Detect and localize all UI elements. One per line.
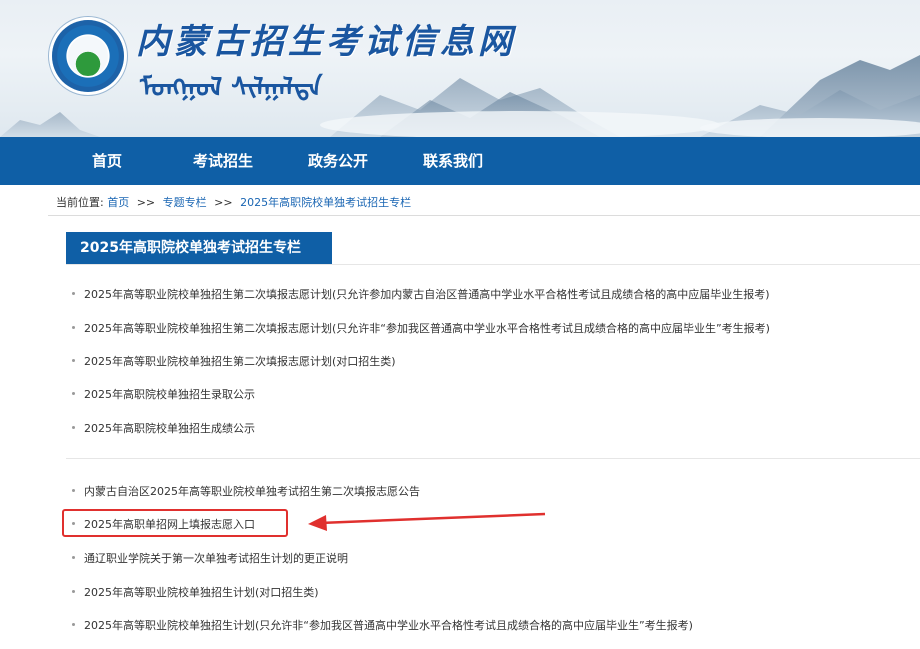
breadcrumb-separator: >> <box>136 196 156 209</box>
site-logo-icon[interactable] <box>52 20 124 92</box>
nav-item-gov-affairs[interactable]: 政务公开 <box>308 137 368 185</box>
breadcrumb-home[interactable]: 首页 <box>107 196 129 209</box>
breadcrumb-prefix: 当前位置: <box>56 196 104 209</box>
divider <box>66 264 920 265</box>
news-item-label: 通辽职业学院关于第一次单独考试招生计划的更正说明 <box>84 552 348 565</box>
breadcrumb-current[interactable]: 2025年高职院校单独考试招生专栏 <box>240 196 411 209</box>
news-item[interactable]: 2025年高等职业院校单独招生第二次填报志愿计划(只允许非“参加我区普通高中学业… <box>72 320 770 336</box>
bullet-icon <box>72 325 75 329</box>
nav-item-exams[interactable]: 考试招生 <box>193 137 253 185</box>
news-item[interactable]: 2025年高等职业院校单独招生第二次填报志愿计划(对口招生类) <box>72 353 396 369</box>
bullet-icon <box>72 391 75 395</box>
bullet-icon <box>72 425 75 429</box>
nav-item-contact[interactable]: 联系我们 <box>423 137 483 185</box>
news-item-label: 2025年高等职业院校单独招生第二次填报志愿计划(只允许非“参加我区普通高中学业… <box>84 322 770 335</box>
news-item[interactable]: 2025年高等职业院校单独招生第二次填报志愿计划(只允许参加内蒙古自治区普通高中… <box>72 286 770 302</box>
bullet-icon <box>72 291 75 295</box>
breadcrumb-topics[interactable]: 专题专栏 <box>163 196 207 209</box>
breadcrumb-separator: >> <box>214 196 233 209</box>
news-item-label: 内蒙古自治区2025年高等职业院校单独考试招生第二次填报志愿公告 <box>84 485 420 498</box>
bullet-icon <box>72 555 75 559</box>
news-item-label: 2025年高等职业院校单独招生第二次填报志愿计划(只允许参加内蒙古自治区普通高中… <box>84 288 770 301</box>
news-item-label: 2025年高职院校单独招生成绩公示 <box>84 422 255 435</box>
divider <box>66 458 920 459</box>
bullet-icon <box>72 622 75 626</box>
news-item[interactable]: 2025年高等职业院校单独招生计划(只允许非“参加我区普通高中学业水平合格性考试… <box>72 617 693 633</box>
header-banner: 内蒙古招生考试信息网 ᠮᠣᠩᠭᠣᠯ ᠰᠢᠯᠭᠠᠯᠲᠠ <box>0 0 920 137</box>
main-nav: 首页 考试招生 政务公开 联系我们 <box>0 137 920 185</box>
news-item[interactable]: 内蒙古自治区2025年高等职业院校单独考试招生第二次填报志愿公告 <box>72 483 420 499</box>
site-title: 内蒙古招生考试信息网 <box>136 22 516 62</box>
nav-item-home[interactable]: 首页 <box>92 137 122 185</box>
news-item-label: 2025年高等职业院校单独招生计划(对口招生类) <box>84 586 319 599</box>
news-item-label: 2025年高等职业院校单独招生第二次填报志愿计划(对口招生类) <box>84 355 396 368</box>
bullet-icon <box>72 488 75 492</box>
news-item[interactable]: 2025年高职院校单独招生成绩公示 <box>72 420 255 436</box>
breadcrumb: 当前位置: 首页 >> 专题专栏 >> 2025年高职院校单独考试招生专栏 <box>56 194 411 210</box>
bullet-icon <box>72 589 75 593</box>
section-title: 2025年高职院校单独考试招生专栏 <box>66 232 332 264</box>
divider <box>48 215 920 216</box>
news-item-label: 2025年高职院校单独招生录取公示 <box>84 388 255 401</box>
highlight-box <box>62 509 288 537</box>
mongolian-subtitle: ᠮᠣᠩᠭᠣᠯ ᠰᠢᠯᠭᠠᠯᠲᠠ <box>140 73 323 103</box>
news-item[interactable]: 2025年高等职业院校单独招生计划(对口招生类) <box>72 584 319 600</box>
bullet-icon <box>72 358 75 362</box>
news-item-label: 2025年高等职业院校单独招生计划(只允许非“参加我区普通高中学业水平合格性考试… <box>84 619 693 632</box>
news-item[interactable]: 2025年高职院校单独招生录取公示 <box>72 386 255 402</box>
news-item[interactable]: 通辽职业学院关于第一次单独考试招生计划的更正说明 <box>72 550 348 566</box>
red-arrow-icon <box>308 512 546 531</box>
